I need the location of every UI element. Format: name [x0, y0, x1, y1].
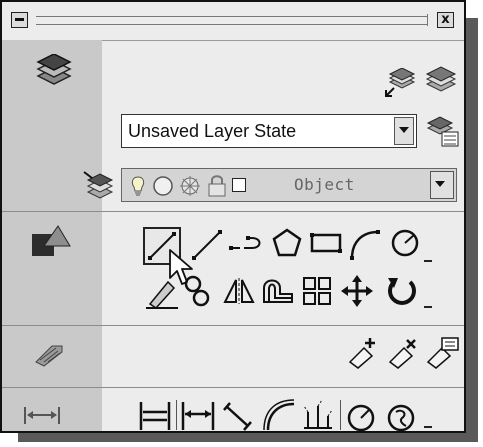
layers-icon[interactable]: [34, 54, 74, 88]
array-icon[interactable]: [300, 274, 334, 308]
layer-state-dropdown[interactable]: Unsaved Layer State: [121, 114, 417, 148]
diameter-dimension-icon[interactable]: [384, 400, 418, 432]
section-divider: [2, 325, 464, 326]
layer-match-icon[interactable]: [82, 170, 116, 200]
titlebar-grip[interactable]: [36, 14, 428, 26]
section-divider: [2, 387, 464, 388]
ordinate-dimension-icon[interactable]: [300, 398, 336, 432]
polyline-icon[interactable]: [228, 230, 264, 260]
layer-previous-icon[interactable]: [424, 66, 458, 92]
add-selected-icon[interactable]: [346, 336, 380, 370]
current-layer-value: Object: [294, 175, 355, 194]
panel-titlebar[interactable]: x: [2, 2, 464, 41]
layer-freeze-viewport-icon[interactable]: [178, 174, 202, 198]
construction-line-icon[interactable]: [190, 228, 224, 262]
offset-icon[interactable]: [260, 276, 296, 306]
move-icon[interactable]: [340, 274, 374, 308]
toolbar-separator: [176, 400, 177, 430]
chevron-down-icon[interactable]: [430, 171, 454, 199]
linear-dimension-icon[interactable]: [138, 400, 172, 432]
arc-length-dimension-icon[interactable]: [260, 398, 296, 432]
baseline-dimension-icon[interactable]: [180, 400, 216, 432]
mirror-icon[interactable]: [222, 276, 256, 306]
layer-on-off-icon[interactable]: [128, 175, 148, 197]
draw-icon[interactable]: [30, 224, 72, 258]
list-icon[interactable]: [424, 336, 460, 370]
dimensions-panel-overflow-icon[interactable]: [424, 426, 432, 428]
draw-panel-overflow-icon[interactable]: [424, 260, 432, 262]
make-object-layer-current-icon[interactable]: [384, 68, 418, 98]
dashboard-panel: x Unsaved Layer State Object: [0, 0, 466, 433]
copy-icon[interactable]: [182, 274, 214, 308]
dimension-icon[interactable]: [22, 404, 62, 426]
circle-icon[interactable]: [388, 226, 422, 260]
erase-icon[interactable]: [144, 274, 180, 310]
arc-icon[interactable]: [346, 226, 382, 262]
modify-panel-overflow-icon[interactable]: [424, 306, 432, 308]
rotate-icon[interactable]: [384, 274, 420, 308]
chevron-down-icon[interactable]: [394, 117, 414, 145]
minimize-button[interactable]: [11, 12, 28, 28]
polygon-icon[interactable]: [270, 226, 304, 260]
layer-state-value: Unsaved Layer State: [128, 121, 297, 141]
layer-dropdown[interactable]: Object: [121, 168, 457, 202]
radius-dimension-icon[interactable]: [344, 400, 378, 432]
rectangle-icon[interactable]: [308, 228, 344, 258]
aligned-dimension-icon[interactable]: [220, 400, 254, 432]
inquiry-icon[interactable]: [32, 340, 68, 368]
section-divider: [2, 211, 464, 212]
close-button[interactable]: x: [437, 12, 454, 28]
layer-lock-icon[interactable]: [206, 174, 228, 198]
layer-color-icon[interactable]: [232, 178, 246, 192]
layer-freeze-icon[interactable]: [152, 175, 174, 197]
select-similar-icon[interactable]: [386, 336, 420, 370]
layer-states-manager-icon[interactable]: [426, 114, 460, 148]
toolbar-separator: [340, 400, 341, 430]
